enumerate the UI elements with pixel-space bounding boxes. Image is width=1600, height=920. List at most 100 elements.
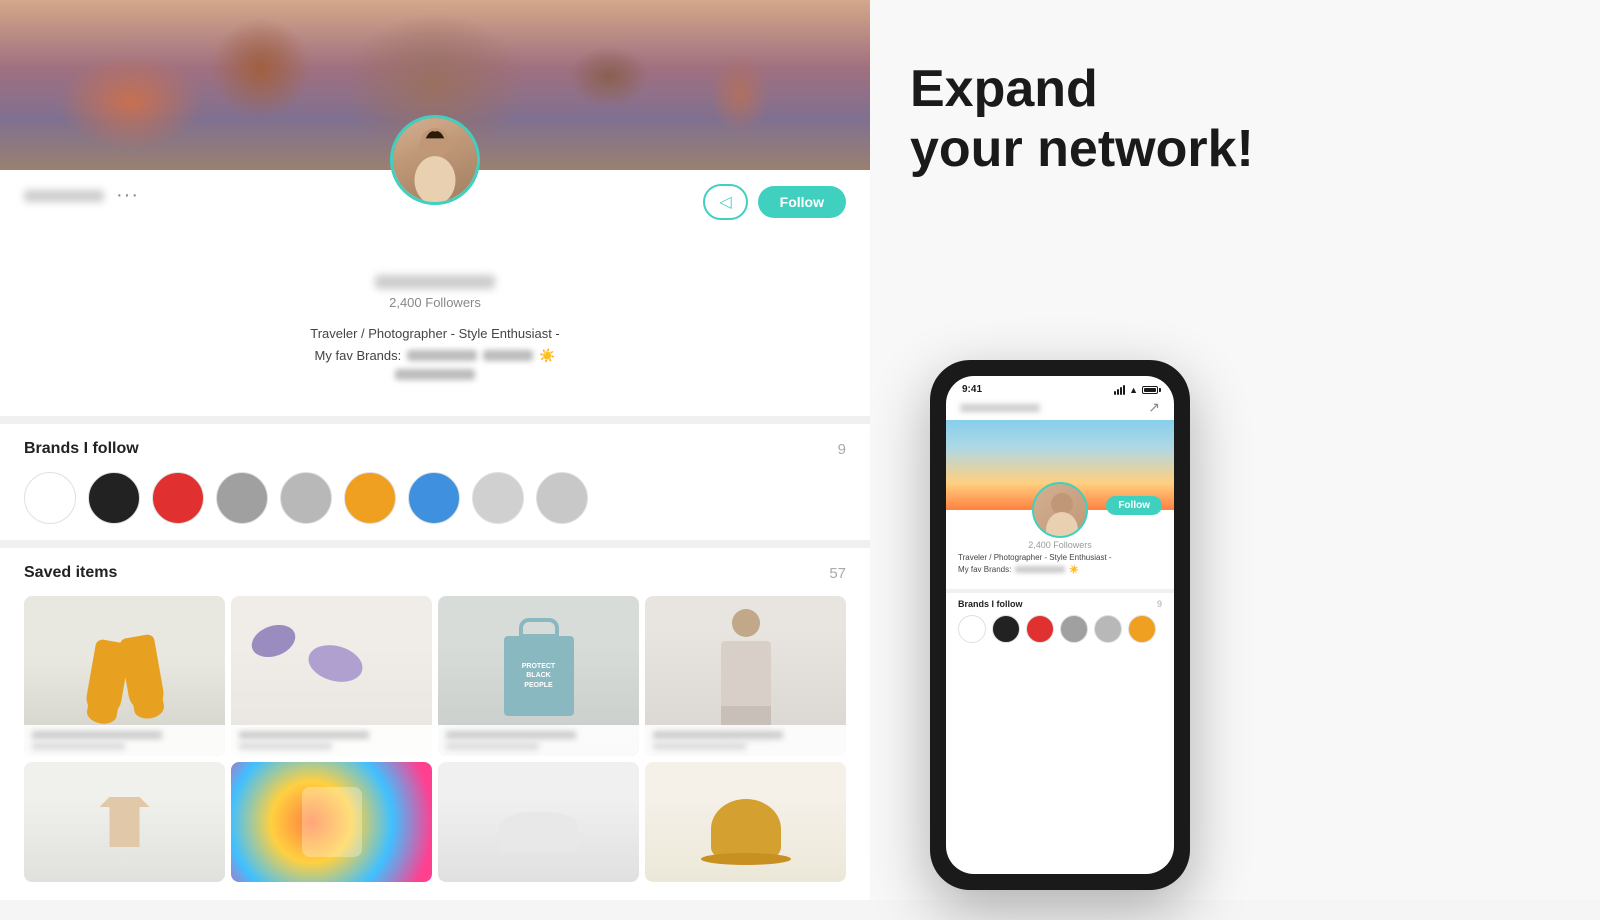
phone-brand-6[interactable] — [1128, 615, 1156, 643]
phone-frame: 9:41 ▲ — [930, 360, 1190, 890]
tagline-line1: Expand — [910, 60, 1254, 120]
phone-bio-blur-1 — [1015, 566, 1065, 573]
phone-brand-3[interactable] — [1026, 615, 1054, 643]
phone-bio: Traveler / Photographer - Style Enthusia… — [958, 552, 1162, 575]
bag-label — [438, 725, 639, 756]
saved-item-shoes[interactable] — [438, 762, 639, 882]
shoe-illustration — [499, 812, 579, 852]
profile-bio: Traveler / Photographer - Style Enthusia… — [24, 324, 846, 380]
saved-item-hat[interactable] — [645, 762, 846, 882]
brand-circle-3[interactable] — [152, 472, 204, 524]
outfit-price-blur — [653, 742, 746, 750]
phone-send-icon[interactable]: ↗ — [1148, 399, 1160, 416]
phone-bio-line1: Traveler / Photographer - Style Enthusia… — [958, 552, 1162, 563]
battery-fill — [1144, 388, 1156, 392]
phone-sun-emoji: ☀️ — [1069, 564, 1079, 575]
sun-emoji: ☀️ — [539, 346, 555, 366]
saved-section-header: Saved items 57 — [24, 564, 846, 582]
phone-brand-5[interactable] — [1094, 615, 1122, 643]
brand-circle-9[interactable] — [536, 472, 588, 524]
brand-circle-7[interactable] — [408, 472, 460, 524]
phone-brands-label: My fav Brands: — [958, 564, 1011, 575]
profile-info: 2,400 Followers Traveler / Photographer … — [0, 275, 870, 380]
brands-section: Brands I follow 9 — [0, 440, 870, 524]
follow-button[interactable]: Follow — [758, 186, 846, 218]
avatar-container — [390, 115, 480, 205]
brand-circle-6[interactable] — [344, 472, 396, 524]
bag-text: PROTECTBLACKPEOPLE — [522, 662, 555, 689]
clips-illustration — [231, 596, 432, 711]
saved-item-socks[interactable] — [24, 596, 225, 756]
phone-username-blur — [960, 404, 1040, 412]
signal-icon — [1114, 385, 1125, 395]
saved-title: Saved items — [24, 564, 117, 582]
signal-bar-1 — [1114, 391, 1116, 395]
signal-bar-2 — [1117, 389, 1119, 395]
brand-circle-4[interactable] — [216, 472, 268, 524]
location-button[interactable]: ◁ — [703, 184, 747, 220]
brand-circle-2[interactable] — [88, 472, 140, 524]
phone-followers-count: 2,400 Followers — [958, 540, 1162, 550]
brands-count: 9 — [838, 441, 846, 458]
saved-item-clips[interactable] — [231, 596, 432, 756]
left-panel: ··· ◁ Follow 2,400 Followers Traveler / … — [0, 0, 870, 900]
bio-more-blur — [395, 369, 475, 380]
saved-item-bag[interactable]: PROTECTBLACKPEOPLE — [438, 596, 639, 756]
outfit-body — [721, 641, 771, 706]
phone-follow-button[interactable]: Follow — [1106, 496, 1162, 515]
tagline-line2: your network! — [910, 120, 1254, 180]
socks-name-blur — [32, 731, 162, 739]
clip-2 — [304, 639, 366, 687]
hat-illustration — [701, 779, 791, 865]
avatar — [390, 115, 480, 205]
saved-item-outfit[interactable] — [645, 596, 846, 756]
tshirt-illustration — [100, 797, 150, 847]
clips-label — [231, 725, 432, 756]
status-icons: ▲ — [1114, 385, 1158, 395]
saved-item-hoodie[interactable] — [231, 762, 432, 882]
profile-top-bar: ··· ◁ Follow — [0, 170, 870, 220]
bag-name-blur — [446, 731, 576, 739]
brands-title: Brands I follow — [24, 440, 139, 458]
phone-brands-count: 9 — [1157, 599, 1162, 609]
socks-label — [24, 725, 225, 756]
phone-bio-brands: My fav Brands: ☀️ — [958, 564, 1162, 575]
brand-circle-1[interactable] — [24, 472, 76, 524]
saved-item-tshirt[interactable] — [24, 762, 225, 882]
phone-divider — [946, 589, 1174, 593]
phone-brand-2[interactable] — [992, 615, 1020, 643]
brand-circle-5[interactable] — [280, 472, 332, 524]
socks-illustration — [80, 621, 170, 731]
signal-bar-3 — [1120, 387, 1122, 395]
sock-toe-1 — [84, 701, 117, 726]
phone-avatar-wrap: Follow — [958, 482, 1162, 538]
username-display — [24, 190, 104, 202]
outfit-name-blur — [653, 731, 783, 739]
brand-circle-8[interactable] — [472, 472, 524, 524]
saved-section: Saved items 57 — [0, 564, 870, 882]
avatar-svg — [393, 115, 477, 202]
socks-price-blur — [32, 742, 125, 750]
phone-brands-header: Brands I follow 9 — [958, 599, 1162, 609]
brand-blur-2 — [483, 350, 533, 361]
phone-username-row: ↗ — [946, 395, 1174, 420]
sock-toe-2 — [132, 696, 165, 721]
battery-icon — [1142, 386, 1158, 394]
brands-row — [24, 472, 846, 524]
phone-avatar-svg — [1034, 484, 1088, 538]
phone-brand-4[interactable] — [1060, 615, 1088, 643]
battery-tip — [1159, 388, 1161, 392]
brand-blur-1 — [407, 350, 477, 361]
phone-brand-1[interactable] — [958, 615, 986, 643]
bio-line1: Traveler / Photographer - Style Enthusia… — [24, 324, 846, 344]
location-icon: ◁ — [719, 192, 731, 212]
clip-1 — [247, 619, 300, 663]
more-options-button[interactable]: ··· — [116, 184, 139, 207]
outfit-head — [732, 609, 760, 637]
phone-avatar — [1032, 482, 1088, 538]
saved-count: 57 — [829, 565, 846, 582]
phone-brands-title: Brands I follow — [958, 599, 1023, 609]
right-panel: Expand your network! 9:41 ▲ — [870, 0, 1600, 900]
outfit-label — [645, 725, 846, 756]
saved-grid-row1: PROTECTBLACKPEOPLE — [24, 596, 846, 756]
